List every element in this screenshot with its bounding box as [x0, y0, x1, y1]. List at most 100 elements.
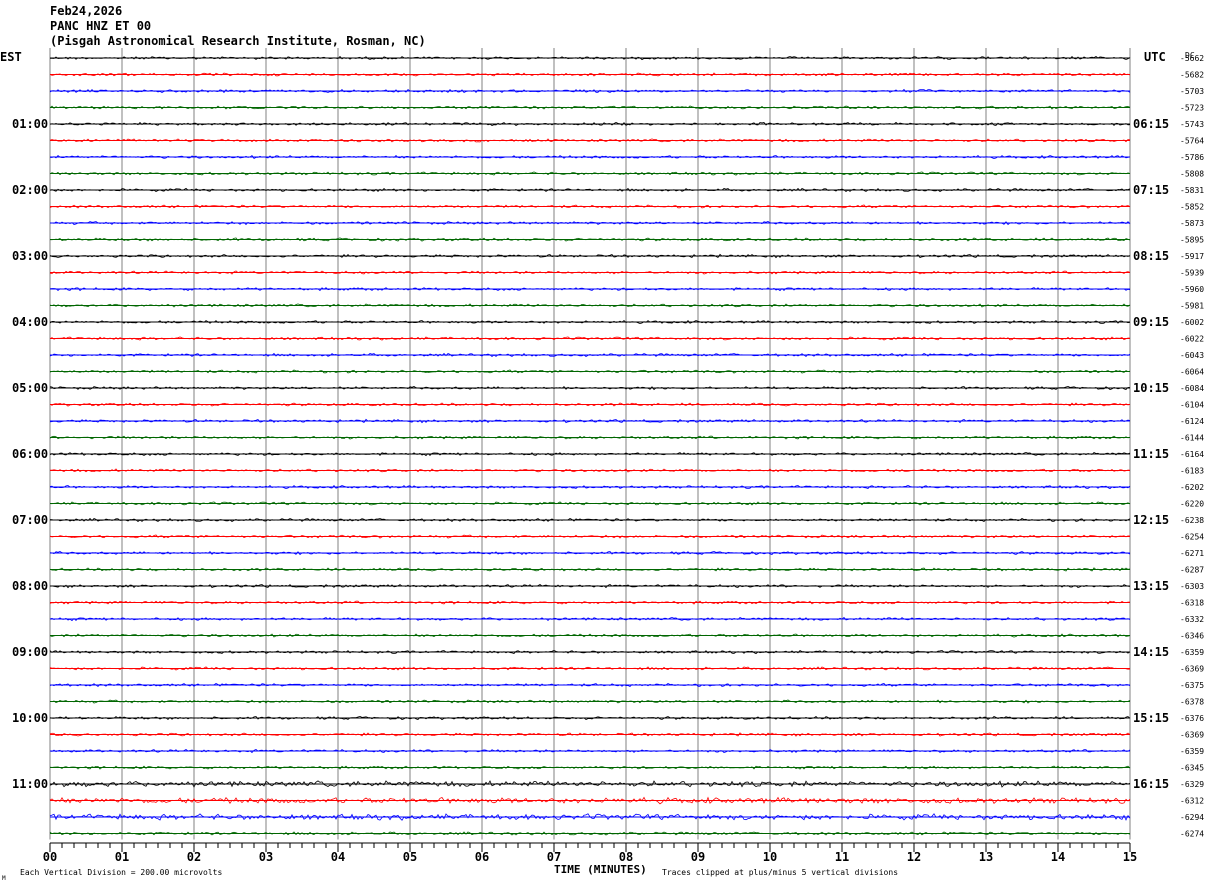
dc-offset-label: -5873	[1180, 219, 1204, 228]
dc-offset-label: -6104	[1180, 401, 1204, 410]
est-hour-label: 04:00	[12, 315, 48, 329]
dc-offset-label: -6345	[1180, 764, 1204, 773]
dc-offset-label: -6183	[1180, 467, 1204, 476]
x-tick-label: 04	[331, 850, 345, 864]
utc-hour-label: 14:15	[1133, 645, 1169, 659]
time-axis: 00 01 02 03 04 05 06 07 08 09 10 11 12 13 14 15	[43, 842, 1137, 864]
dc-offset-label: -6064	[1180, 368, 1204, 377]
est-hour-label: 10:00	[12, 711, 48, 725]
seismic-traces	[49, 55, 1131, 836]
dc-offset-label: -5662	[1180, 54, 1204, 63]
dc-offset-label: -6144	[1180, 434, 1204, 443]
utc-hour-label: 15:15	[1133, 711, 1169, 725]
est-hour-label: 06:00	[12, 447, 48, 461]
utc-hour-label: 16:15	[1133, 777, 1169, 791]
dc-offset-label: -5682	[1180, 71, 1204, 80]
dc-offset-label: -6287	[1180, 566, 1204, 575]
utc-hour-label: 12:15	[1133, 513, 1169, 527]
utc-hour-label: 13:15	[1133, 579, 1169, 593]
dc-offset-label: -6274	[1180, 830, 1204, 839]
dc-offset-label: -5895	[1180, 236, 1204, 245]
dc-offset-label: -6329	[1180, 780, 1204, 789]
dc-offset-label: -6369	[1180, 731, 1204, 740]
x-tick-label: 03	[259, 850, 273, 864]
helicorder-plot: EST UTC DC 01:0002:0003:0004:0005:0006:0…	[0, 48, 1204, 882]
x-tick-label: 12	[907, 850, 921, 864]
utc-hour-label: 11:15	[1133, 447, 1169, 461]
x-tick-label: 00	[43, 850, 57, 864]
est-hour-label: 09:00	[12, 645, 48, 659]
scale-note: Each Vertical Division = 200.00 microvol…	[20, 868, 222, 877]
dc-offset-label: -6084	[1180, 384, 1204, 393]
dc-offset-label: -5786	[1180, 153, 1204, 162]
dc-offset-label: -6359	[1180, 648, 1204, 657]
dc-offset-label: -6254	[1180, 533, 1204, 542]
x-tick-label: 08	[619, 850, 633, 864]
dc-offset-label: -6378	[1180, 698, 1204, 707]
dc-offset-label: -5723	[1180, 104, 1204, 113]
dc-offset-label: -5981	[1180, 302, 1204, 311]
est-zone-label: EST	[0, 50, 22, 64]
dc-offset-label: -6376	[1180, 714, 1204, 723]
x-tick-label: 14	[1051, 850, 1065, 864]
x-tick-label: 13	[979, 850, 993, 864]
corner-mark: M	[2, 875, 6, 882]
utc-hour-label: 07:15	[1133, 183, 1169, 197]
dc-offset-label: -5764	[1180, 137, 1204, 146]
est-hour-label: 03:00	[12, 249, 48, 263]
dc-offset-label: -5917	[1180, 252, 1204, 261]
x-tick-label: 09	[691, 850, 705, 864]
x-tick-label: 10	[763, 850, 777, 864]
est-hour-label: 07:00	[12, 513, 48, 527]
est-hour-label: 01:00	[12, 117, 48, 131]
dc-offset-label: -6346	[1180, 632, 1204, 641]
trace-row	[49, 319, 1131, 325]
est-hour-label: 02:00	[12, 183, 48, 197]
dc-offset-label: -6359	[1180, 747, 1204, 756]
est-hour-label: 11:00	[12, 777, 48, 791]
clip-note: Traces clipped at plus/minus 5 vertical …	[662, 868, 898, 877]
trace-row	[49, 336, 1131, 341]
dc-offset-label: -5831	[1180, 186, 1204, 195]
dc-offset-label: -6124	[1180, 417, 1204, 426]
dc-offset-label: -5852	[1180, 203, 1204, 212]
utc-hour-label: 09:15	[1133, 315, 1169, 329]
x-tick-label: 11	[835, 850, 849, 864]
x-tick-label: 01	[115, 850, 129, 864]
trace-row	[49, 749, 1131, 754]
dc-offset-label: -6332	[1180, 615, 1204, 624]
dc-offset-label: -6202	[1180, 483, 1204, 492]
dc-offset-label: -6294	[1180, 813, 1204, 822]
utc-hour-label: 10:15	[1133, 381, 1169, 395]
utc-zone-label: UTC	[1144, 50, 1166, 64]
dc-offset-label: -5960	[1180, 285, 1204, 294]
utc-hour-label: 06:15	[1133, 117, 1169, 131]
x-tick-label: 15	[1123, 850, 1137, 864]
est-hour-label: 05:00	[12, 381, 48, 395]
dc-offset-label: -6318	[1180, 599, 1204, 608]
dc-offset-label: -5743	[1180, 120, 1204, 129]
x-tick-label: 07	[547, 850, 561, 864]
dc-offset-label: -6220	[1180, 500, 1204, 509]
est-hour-label: 08:00	[12, 579, 48, 593]
dc-offset-label: -5939	[1180, 269, 1204, 278]
x-tick-label: 05	[403, 850, 417, 864]
dc-offset-label: -6043	[1180, 351, 1204, 360]
dc-offset-label: -6369	[1180, 665, 1204, 674]
dc-offset-label: -6312	[1180, 797, 1204, 806]
x-tick-label: 02	[187, 850, 201, 864]
utc-hour-label: 08:15	[1133, 249, 1169, 263]
dc-offset-label: -5703	[1180, 87, 1204, 96]
dc-offset-label: -6375	[1180, 681, 1204, 690]
dc-offset-label: -6002	[1180, 318, 1204, 327]
dc-offset-label: -6271	[1180, 549, 1204, 558]
dc-offset-label: -6164	[1180, 450, 1204, 459]
dc-offset-label: -6303	[1180, 582, 1204, 591]
dc-offset-label: -6022	[1180, 335, 1204, 344]
dc-offset-label: -6238	[1180, 516, 1204, 525]
x-tick-label: 06	[475, 850, 489, 864]
x-axis-label: TIME (MINUTES)	[554, 863, 647, 876]
time-labels: 01:00 02:00 03:00 04:00 05:00 06:00 07:00 08:00…	[12, 54, 1204, 839]
dc-offset-label: -5808	[1180, 170, 1204, 179]
grid-lines	[49, 48, 1131, 840]
